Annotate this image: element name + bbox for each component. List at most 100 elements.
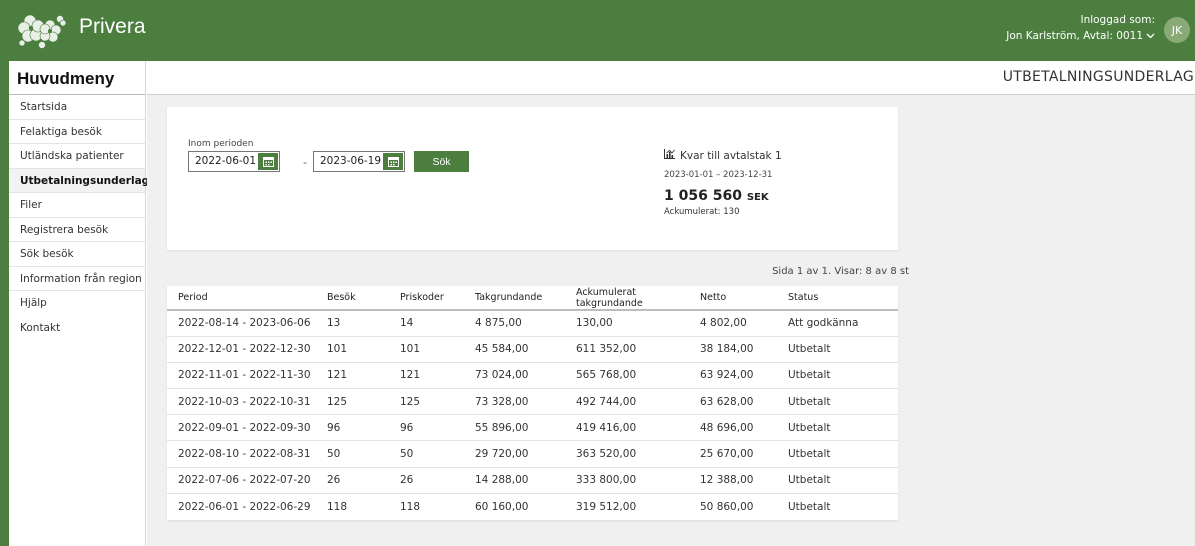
cell-ackumulerat: 492 744,00 xyxy=(565,388,689,416)
cap-amount-value: 1 056 560 xyxy=(664,188,742,204)
sidebar-title: Huvudmeny xyxy=(9,61,145,95)
column-header-besok[interactable]: Besök xyxy=(316,286,389,311)
sidebar-item-utbetalningsunderlag[interactable]: Utbetalningsunderlag xyxy=(9,168,149,193)
cell-takgrundande: 4 875,00 xyxy=(464,310,565,337)
table-row[interactable]: 2022-10-03 - 2022-10-31 125 125 73 328,00 49… xyxy=(167,388,898,416)
cell-priskoder: 50 xyxy=(389,440,464,468)
chart-icon xyxy=(664,149,675,162)
cell-priskoder: 125 xyxy=(389,388,464,416)
date-to-input[interactable]: 2023-06-19 xyxy=(313,151,405,172)
table-header-row: Period Besök Priskoder Takgrundande Acku… xyxy=(167,286,898,311)
cell-takgrundande: 55 896,00 xyxy=(464,414,565,442)
pagination-info: Sida 1 av 1. Visar: 8 av 8 st xyxy=(772,266,909,277)
column-header-status[interactable]: Status xyxy=(777,286,898,311)
cell-status: Utbetalt xyxy=(777,467,898,494)
calendar-icon[interactable] xyxy=(383,153,403,170)
cell-besok: 121 xyxy=(316,362,389,390)
cell-priskoder: 121 xyxy=(389,362,464,390)
account-selector[interactable]: Jon Karlström, Avtal: 0011 xyxy=(1006,28,1155,44)
cell-ackumulerat: 333 800,00 xyxy=(565,467,689,494)
date-to-value: 2023-06-19 xyxy=(320,155,382,167)
cell-netto: 25 670,00 xyxy=(689,440,777,468)
table-row[interactable]: 2022-06-01 - 2022-06-29 118 118 60 160,00 31… xyxy=(167,493,898,519)
cell-status: Utbetalt xyxy=(777,414,898,442)
cell-takgrundande: 60 160,00 xyxy=(475,500,529,513)
table-row[interactable]: 2022-08-10 - 2022-08-31 50 50 29 720,00 363 … xyxy=(167,440,898,468)
cell-period: 2022-10-03 - 2022-10-31 xyxy=(167,388,316,416)
cell-besok: 101 xyxy=(316,336,389,363)
column-header-netto[interactable]: Netto xyxy=(689,286,777,311)
cell-besok: 118 xyxy=(327,500,348,513)
cell-ackumulerat: 363 520,00 xyxy=(565,440,689,468)
calendar-icon[interactable] xyxy=(258,153,278,170)
left-accent-bar xyxy=(0,0,9,546)
date-from-value: 2022-06-01 xyxy=(195,155,257,167)
table-row[interactable]: 2022-12-01 - 2022-12-30 101 101 45 584,00 61… xyxy=(167,336,898,363)
sidebar: Huvudmeny Startsida Felaktiga besök Utlä… xyxy=(9,61,149,546)
brand-name[interactable]: Privera xyxy=(79,15,146,39)
cell-ackumulerat: 130,00 xyxy=(565,310,689,337)
cell-period: 2022-12-01 - 2022-12-30 xyxy=(167,336,316,363)
user-info: Inloggad som: Jon Karlström, Avtal: 0011 xyxy=(1006,12,1155,44)
sidebar-item-sok-besok[interactable]: Sök besök xyxy=(9,242,145,267)
cell-besok: 50 xyxy=(316,440,389,468)
top-header: Privera Inloggad som: Jon Karlström, Avt… xyxy=(0,0,1195,546)
cell-besok: 96 xyxy=(316,414,389,442)
cell-status: Att godkänna xyxy=(777,310,898,337)
sidebar-item-felaktiga-besok[interactable]: Felaktiga besök xyxy=(9,120,145,144)
cap-title: Kvar till avtalstak 1 xyxy=(680,149,782,162)
cell-priskoder: 14 xyxy=(389,310,464,337)
cap-amount: 1 056 560 SEK xyxy=(664,188,782,204)
cell-ackumulerat: 611 352,00 xyxy=(565,336,689,363)
column-header-ackumulerat[interactable]: Ackumulerat takgrundande xyxy=(565,286,689,311)
chevron-down-icon xyxy=(1146,28,1155,44)
cap-summary: Kvar till avtalstak 1 2023-01-01 – 2023-… xyxy=(664,149,782,217)
cell-ackumulerat: 319 512,00 xyxy=(576,500,637,513)
column-header-priskoder[interactable]: Priskoder xyxy=(389,286,464,311)
cell-priskoder: 118 xyxy=(400,500,421,513)
sidebar-item-registrera-besok[interactable]: Registrera besök xyxy=(9,218,145,242)
cell-ackumulerat: 419 416,00 xyxy=(565,414,689,442)
sidebar-item-kontakt[interactable]: Kontakt xyxy=(9,316,145,341)
cell-period: 2022-08-10 - 2022-08-31 xyxy=(167,440,316,468)
logged-in-label: Inloggad som: xyxy=(1080,14,1155,26)
cell-priskoder: 96 xyxy=(389,414,464,442)
sidebar-item-hjalp[interactable]: Hjälp xyxy=(9,291,145,316)
cell-ackumulerat: 565 768,00 xyxy=(565,362,689,390)
cell-takgrundande: 45 584,00 xyxy=(464,336,565,363)
cell-period: 2022-08-14 - 2023-06-06 xyxy=(167,310,316,337)
cell-takgrundande: 29 720,00 xyxy=(464,440,565,468)
date-from-input[interactable]: 2022-06-01 xyxy=(188,151,280,172)
sidebar-item-filer[interactable]: Filer xyxy=(9,193,145,218)
sidebar-item-information-fran-region[interactable]: Information från region xyxy=(9,267,145,291)
table-row[interactable]: 2022-07-06 - 2022-07-20 26 26 14 288,00 333 … xyxy=(167,467,898,494)
cell-netto: 63 924,00 xyxy=(689,362,777,390)
sidebar-item-utlandska-patienter[interactable]: Utländska patienter xyxy=(9,144,145,169)
avatar[interactable]: JK xyxy=(1164,17,1190,43)
cell-status: Utbetalt xyxy=(777,336,898,363)
table-row[interactable]: 2022-11-01 - 2022-11-30 121 121 73 024,00 56… xyxy=(167,362,898,390)
page-title: UTBETALNINGSUNDERLAG xyxy=(1002,69,1194,85)
cell-takgrundande: 73 024,00 xyxy=(464,362,565,390)
cell-status: Utbetalt xyxy=(777,362,898,390)
cell-netto: 38 184,00 xyxy=(689,336,777,363)
sidebar-item-startsida[interactable]: Startsida xyxy=(9,95,145,120)
cell-netto: 48 696,00 xyxy=(689,414,777,442)
cell-besok: 13 xyxy=(316,310,389,337)
cap-range: 2023-01-01 – 2023-12-31 xyxy=(664,170,773,180)
column-header-takgrundande[interactable]: Takgrundande xyxy=(464,286,565,311)
column-header-period[interactable]: Period xyxy=(167,286,316,311)
cap-title-row: Kvar till avtalstak 1 xyxy=(664,149,782,162)
cell-netto: 4 802,00 xyxy=(689,310,777,337)
cap-accumulated: Ackumulerat: 130 xyxy=(664,207,740,217)
cell-status: Utbetalt xyxy=(777,388,898,416)
cell-status: Utbetalt xyxy=(788,500,831,513)
table-row[interactable]: 2022-09-01 - 2022-09-30 96 96 55 896,00 419 … xyxy=(167,414,898,442)
filter-card: Inom perioden 2022-06-01 - 2023-06-19 Sö… xyxy=(167,107,898,250)
flower-logo-icon[interactable] xyxy=(16,9,68,51)
table-row[interactable]: 2022-08-14 - 2023-06-06 13 14 4 875,00 130,0… xyxy=(167,310,898,337)
search-button[interactable]: Sök xyxy=(414,151,469,172)
cap-currency: SEK xyxy=(746,192,769,203)
cell-status: Utbetalt xyxy=(777,440,898,468)
cell-takgrundande: 73 328,00 xyxy=(464,388,565,416)
